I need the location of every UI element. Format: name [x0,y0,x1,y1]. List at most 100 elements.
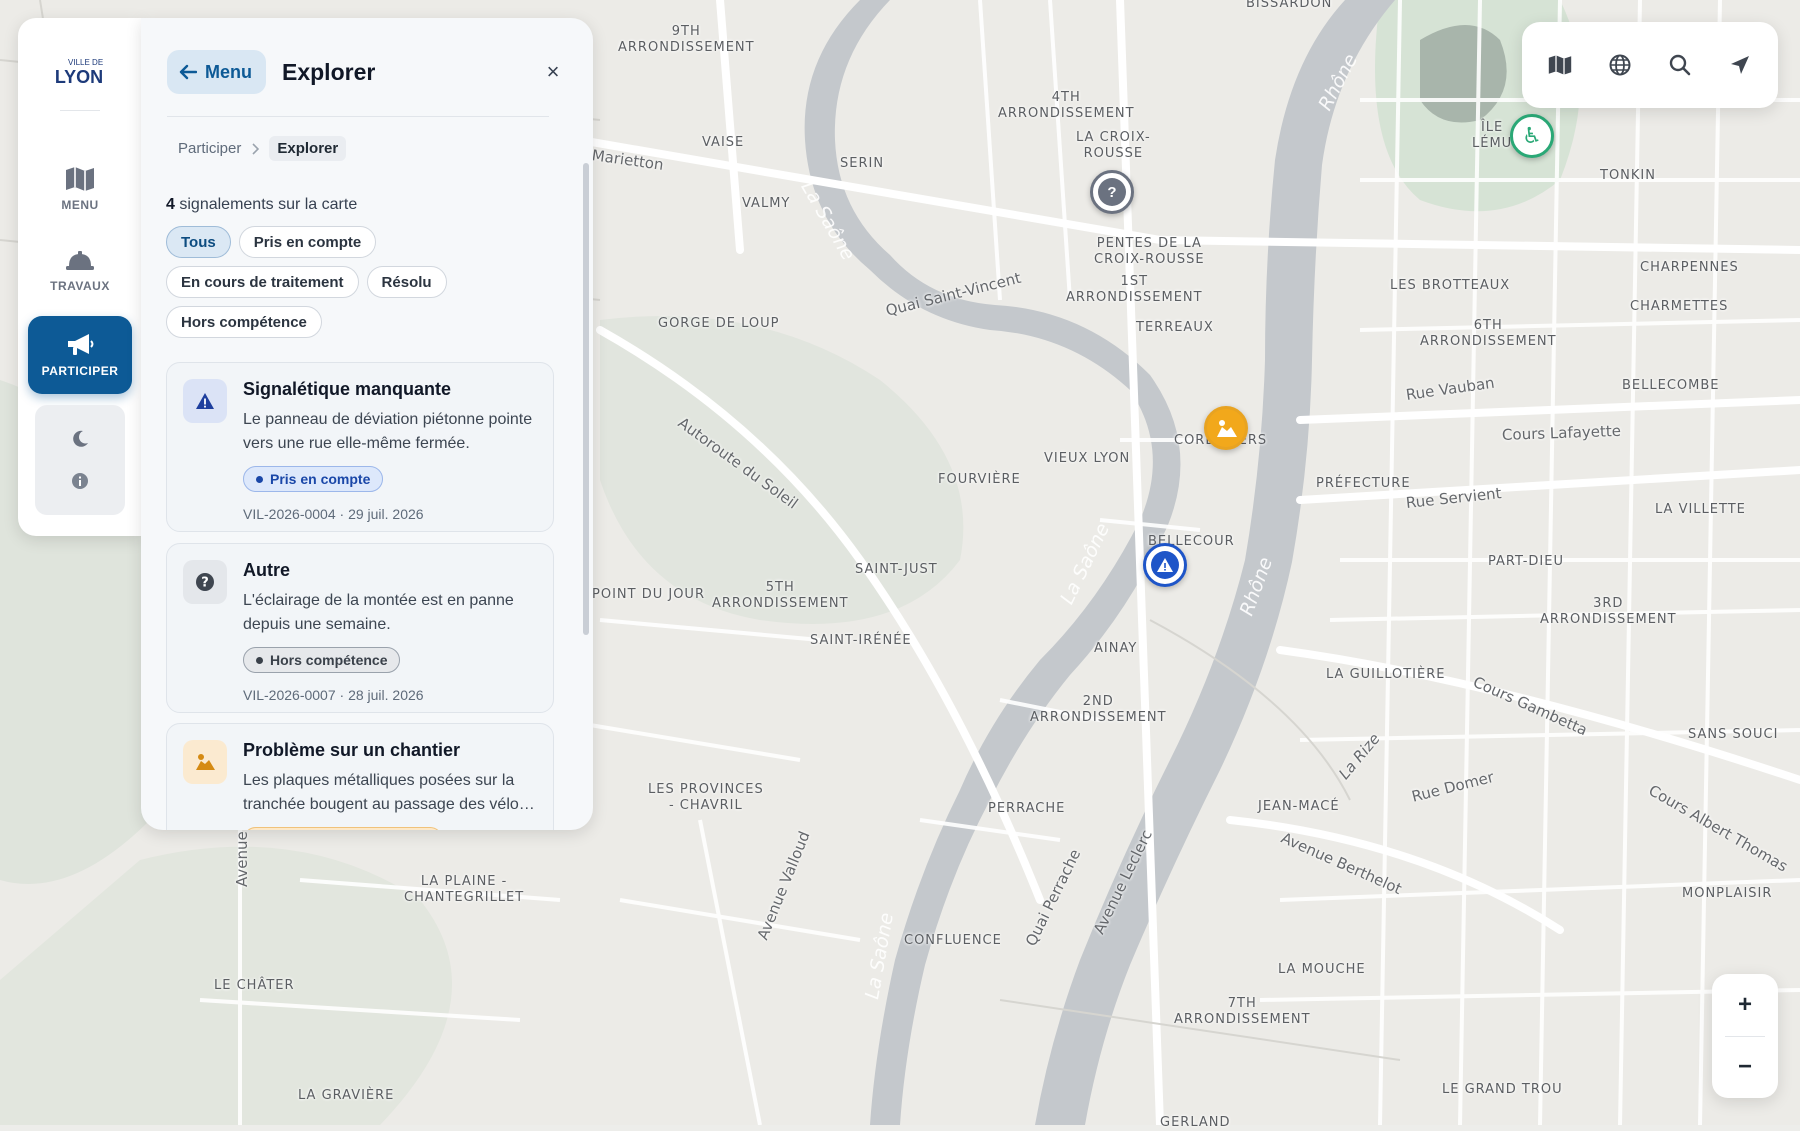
marker-warning[interactable] [1143,543,1187,587]
report-count-text: signalements sur la carte [179,196,358,213]
explorer-panel: Menu Explorer × Participer Explorer 4 si… [141,18,593,830]
breadcrumb: Participer Explorer [178,136,347,161]
district-label: La Mouche [1278,962,1366,977]
district-label: La Croix- Rousse [1076,130,1151,161]
close-button[interactable]: × [539,59,567,85]
divider [167,116,549,117]
breadcrumb-item-explorer: Explorer [269,136,347,161]
report-title: Signalétique manquante [243,379,452,399]
report-card[interactable]: ? Autre L'éclairage de la montée est en … [166,543,554,713]
search-icon [1669,54,1691,76]
report-count: 4 signalements sur la carte [166,196,357,214]
map-layers-button[interactable] [1538,43,1582,87]
menu-button-label: Menu [205,61,252,82]
district-label: Vieux Lyon [1044,451,1131,466]
filter-chip-resolu[interactable]: Résolu [366,266,447,298]
filter-chip-tous[interactable]: Tous [166,226,231,258]
status-badge [243,827,443,830]
construction-icon [1217,420,1237,437]
district-label: Charpennes [1640,260,1739,275]
status-filters: Tous Pris en compte En cours de traiteme… [166,226,556,338]
zoom-in-button[interactable]: + [1738,991,1752,1019]
status-badge: Pris en compte [243,466,384,492]
district-label: 5th Arrondissement [712,580,849,611]
district-label: La Guillotière [1326,667,1446,682]
district-label: Saint-Just [855,562,938,577]
report-description: Le panneau de déviation piétonne pointe … [243,411,533,452]
sidebar-utilities [35,405,125,515]
district-label: Bellecombe [1622,378,1720,393]
question-icon: ? [1098,178,1126,206]
zoom-out-button[interactable]: − [1738,1053,1752,1081]
zoom-control: + − [1712,974,1778,1098]
moon-icon[interactable] [71,430,89,448]
status-dot [256,475,263,483]
district-label: Fourvière [938,472,1021,487]
divider [1725,1035,1765,1037]
wheelchair-icon: ♿ [1522,123,1542,148]
district-label: 3rd Arrondissement [1540,596,1677,627]
district-label: Le Châter [214,978,295,993]
city-logo[interactable]: VILLE DE LYON [46,46,112,94]
map-toolbar [1522,22,1778,108]
sidebar-item-travaux[interactable]: TRAVAUX [28,232,132,310]
question-icon: ? [183,560,227,604]
locate-button[interactable] [1718,43,1762,87]
district-label: 7th Arrondissement [1174,996,1311,1027]
status-dot [256,656,263,664]
district-label: Terreaux [1136,320,1214,335]
report-card[interactable]: Problème sur un chantier Les plaques mét… [166,723,554,830]
district-label: Pentes de la Croix-Rousse [1094,236,1205,267]
report-reference: VIL-2026-0004 · 29 juil. 2026 [243,506,424,522]
district-label: 6th Arrondissement [1420,318,1557,349]
scrollbar[interactable] [583,163,589,635]
filter-chip-pris-en-compte[interactable]: Pris en compte [238,226,377,258]
district-label: Ainay [1094,641,1138,656]
breadcrumb-item-participer[interactable]: Participer [178,140,241,157]
district-label: Part-Dieu [1488,554,1564,569]
warning-icon [183,379,227,423]
district-label: Serin [840,156,885,171]
filter-chip-hors-competence[interactable]: Hors compétence [166,306,322,338]
status-badge: Hors compétence [243,647,401,673]
report-card[interactable]: Signalétique manquante Le panneau de dév… [166,362,554,532]
sidebar-item-label: PARTICIPER [41,364,119,378]
sidebar-item-menu[interactable]: MENU [28,150,132,228]
district-label: Monplaisir [1682,886,1773,901]
marker-question[interactable]: ? [1090,170,1134,214]
district-label: Gerland [1160,1115,1231,1130]
district-label: Sans Souci [1688,727,1779,742]
district-label: 4th Arrondissement [998,90,1135,121]
report-description: L'éclairage de la montée est en panne de… [243,592,514,633]
info-icon[interactable] [71,472,89,490]
back-to-menu-button[interactable]: Menu [167,50,266,94]
street-label: Avenue [233,831,251,887]
marker-construction[interactable] [1204,406,1248,450]
svg-text:?: ? [201,576,209,591]
map-icon [66,167,94,191]
district-label: 9th Arrondissement [618,24,755,55]
district-label: Charmettes [1630,299,1729,314]
district-label: Tonkin [1600,168,1656,183]
globe-icon [1609,54,1631,76]
district-label: Les Brotteaux [1390,278,1511,293]
divider [60,110,100,111]
globe-button[interactable] [1598,43,1642,87]
marker-accessibility[interactable]: ♿ [1510,114,1554,158]
district-label: Jean-Macé [1258,799,1340,814]
search-button[interactable] [1658,43,1702,87]
district-label: Valmy [742,196,791,211]
report-title: Autre [243,560,291,580]
district-label: Gorge de Loup [658,316,780,331]
district-label: 1st Arrondissement [1066,274,1203,305]
construction-icon [183,740,227,784]
district-label: Île Lému [1472,120,1513,151]
warning-icon [1151,551,1179,579]
district-label: La Gravière [298,1088,395,1103]
status-badge-label: Pris en compte [270,471,371,487]
sidebar-item-participer[interactable]: PARTICIPER [28,316,132,394]
district-label: Bissardon [1246,0,1333,11]
report-count-number: 4 [166,196,175,213]
filter-chip-en-cours[interactable]: En cours de traitement [166,266,359,298]
district-label: Perrache [988,801,1066,816]
